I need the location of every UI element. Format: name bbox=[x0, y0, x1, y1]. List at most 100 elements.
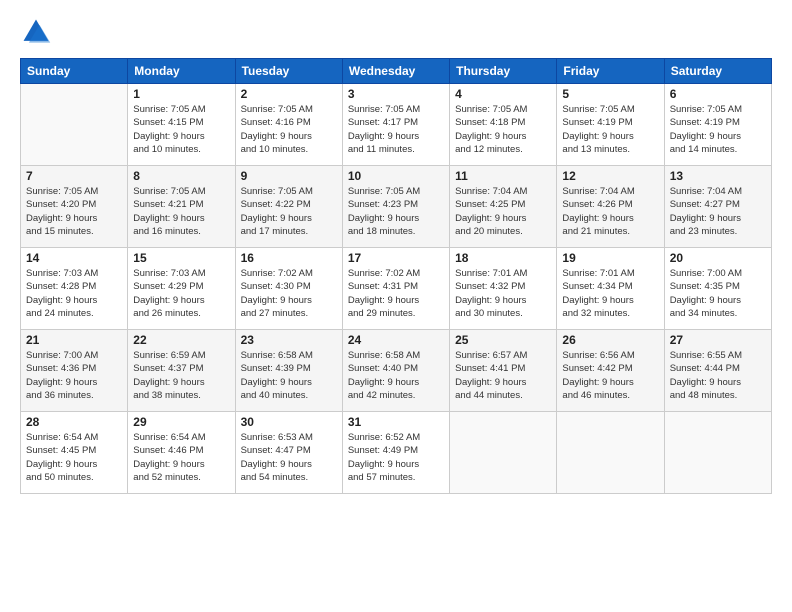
day-info: Sunrise: 6:57 AM Sunset: 4:41 PM Dayligh… bbox=[455, 349, 551, 402]
day-info: Sunrise: 7:02 AM Sunset: 4:30 PM Dayligh… bbox=[241, 267, 337, 320]
day-info: Sunrise: 7:04 AM Sunset: 4:26 PM Dayligh… bbox=[562, 185, 658, 238]
calendar-day-cell bbox=[557, 412, 664, 494]
day-number: 10 bbox=[348, 169, 444, 183]
day-info: Sunrise: 7:01 AM Sunset: 4:32 PM Dayligh… bbox=[455, 267, 551, 320]
calendar-week-row: 1 Sunrise: 7:05 AM Sunset: 4:15 PM Daylig… bbox=[21, 84, 772, 166]
calendar-day-cell: 18 Sunrise: 7:01 AM Sunset: 4:32 PM Dayli… bbox=[450, 248, 557, 330]
day-number: 30 bbox=[241, 415, 337, 429]
day-number: 20 bbox=[670, 251, 766, 265]
day-number: 12 bbox=[562, 169, 658, 183]
page: SundayMondayTuesdayWednesdayThursdayFrid… bbox=[0, 0, 792, 612]
calendar-day-cell: 4 Sunrise: 7:05 AM Sunset: 4:18 PM Daylig… bbox=[450, 84, 557, 166]
calendar-week-row: 21 Sunrise: 7:00 AM Sunset: 4:36 PM Dayli… bbox=[21, 330, 772, 412]
day-number: 22 bbox=[133, 333, 229, 347]
day-number: 19 bbox=[562, 251, 658, 265]
day-number: 1 bbox=[133, 87, 229, 101]
calendar-day-cell: 6 Sunrise: 7:05 AM Sunset: 4:19 PM Daylig… bbox=[664, 84, 771, 166]
day-header-sunday: Sunday bbox=[21, 59, 128, 84]
calendar-day-cell: 14 Sunrise: 7:03 AM Sunset: 4:28 PM Dayli… bbox=[21, 248, 128, 330]
day-number: 4 bbox=[455, 87, 551, 101]
day-number: 9 bbox=[241, 169, 337, 183]
day-number: 18 bbox=[455, 251, 551, 265]
calendar-day-cell bbox=[21, 84, 128, 166]
calendar-day-cell: 11 Sunrise: 7:04 AM Sunset: 4:25 PM Dayli… bbox=[450, 166, 557, 248]
calendar-day-cell: 26Sunrise: 6:56 AM Sunset: 4:42 PM Dayli… bbox=[557, 330, 664, 412]
day-number: 8 bbox=[133, 169, 229, 183]
day-number: 16 bbox=[241, 251, 337, 265]
calendar-day-cell: 17 Sunrise: 7:02 AM Sunset: 4:31 PM Dayli… bbox=[342, 248, 449, 330]
calendar-day-cell: 29 Sunrise: 6:54 AM Sunset: 4:46 PM Dayli… bbox=[128, 412, 235, 494]
day-number: 29 bbox=[133, 415, 229, 429]
calendar-day-cell: 16 Sunrise: 7:02 AM Sunset: 4:30 PM Dayli… bbox=[235, 248, 342, 330]
day-number: 31 bbox=[348, 415, 444, 429]
day-info: Sunrise: 7:05 AM Sunset: 4:19 PM Dayligh… bbox=[562, 103, 658, 156]
day-info: Sunrise: 7:05 AM Sunset: 4:22 PM Dayligh… bbox=[241, 185, 337, 238]
day-number: 11 bbox=[455, 169, 551, 183]
calendar-day-cell: 27 Sunrise: 6:55 AM Sunset: 4:44 PM Dayli… bbox=[664, 330, 771, 412]
day-info: Sunrise: 7:05 AM Sunset: 4:16 PM Dayligh… bbox=[241, 103, 337, 156]
calendar-day-cell: 24 Sunrise: 6:58 AM Sunset: 4:40 PM Dayli… bbox=[342, 330, 449, 412]
calendar-day-cell: 9 Sunrise: 7:05 AM Sunset: 4:22 PM Daylig… bbox=[235, 166, 342, 248]
day-info: Sunrise: 6:54 AM Sunset: 4:46 PM Dayligh… bbox=[133, 431, 229, 484]
day-number: 21 bbox=[26, 333, 122, 347]
day-number: 14 bbox=[26, 251, 122, 265]
day-info: Sunrise: 6:58 AM Sunset: 4:40 PM Dayligh… bbox=[348, 349, 444, 402]
day-number: 27 bbox=[670, 333, 766, 347]
calendar-day-cell: 2 Sunrise: 7:05 AM Sunset: 4:16 PM Daylig… bbox=[235, 84, 342, 166]
day-info: Sunrise: 7:01 AM Sunset: 4:34 PM Dayligh… bbox=[562, 267, 658, 320]
day-number: 2 bbox=[241, 87, 337, 101]
calendar-day-cell: 5 Sunrise: 7:05 AM Sunset: 4:19 PM Daylig… bbox=[557, 84, 664, 166]
day-info: Sunrise: 7:05 AM Sunset: 4:19 PM Dayligh… bbox=[670, 103, 766, 156]
day-number: 3 bbox=[348, 87, 444, 101]
calendar-day-cell: 25Sunrise: 6:57 AM Sunset: 4:41 PM Dayli… bbox=[450, 330, 557, 412]
calendar-day-cell: 19 Sunrise: 7:01 AM Sunset: 4:34 PM Dayli… bbox=[557, 248, 664, 330]
logo-icon bbox=[20, 16, 52, 48]
day-info: Sunrise: 7:05 AM Sunset: 4:21 PM Dayligh… bbox=[133, 185, 229, 238]
day-number: 17 bbox=[348, 251, 444, 265]
calendar-table: SundayMondayTuesdayWednesdayThursdayFrid… bbox=[20, 58, 772, 494]
calendar-day-cell: 7Sunrise: 7:05 AM Sunset: 4:20 PM Daylig… bbox=[21, 166, 128, 248]
day-info: Sunrise: 7:00 AM Sunset: 4:35 PM Dayligh… bbox=[670, 267, 766, 320]
day-info: Sunrise: 7:05 AM Sunset: 4:15 PM Dayligh… bbox=[133, 103, 229, 156]
calendar-day-cell: 15 Sunrise: 7:03 AM Sunset: 4:29 PM Dayli… bbox=[128, 248, 235, 330]
day-info: Sunrise: 6:55 AM Sunset: 4:44 PM Dayligh… bbox=[670, 349, 766, 402]
calendar-day-cell: 23 Sunrise: 6:58 AM Sunset: 4:39 PM Dayli… bbox=[235, 330, 342, 412]
calendar-day-cell: 21 Sunrise: 7:00 AM Sunset: 4:36 PM Dayli… bbox=[21, 330, 128, 412]
day-info: Sunrise: 7:04 AM Sunset: 4:27 PM Dayligh… bbox=[670, 185, 766, 238]
day-info: Sunrise: 6:59 AM Sunset: 4:37 PM Dayligh… bbox=[133, 349, 229, 402]
day-info: Sunrise: 6:58 AM Sunset: 4:39 PM Dayligh… bbox=[241, 349, 337, 402]
day-info: Sunrise: 6:54 AM Sunset: 4:45 PM Dayligh… bbox=[26, 431, 122, 484]
day-number: 15 bbox=[133, 251, 229, 265]
day-info: Sunrise: 7:05 AM Sunset: 4:23 PM Dayligh… bbox=[348, 185, 444, 238]
day-number: 6 bbox=[670, 87, 766, 101]
calendar-day-cell: 13 Sunrise: 7:04 AM Sunset: 4:27 PM Dayli… bbox=[664, 166, 771, 248]
day-info: Sunrise: 7:04 AM Sunset: 4:25 PM Dayligh… bbox=[455, 185, 551, 238]
calendar-day-cell: 1 Sunrise: 7:05 AM Sunset: 4:15 PM Daylig… bbox=[128, 84, 235, 166]
calendar-day-cell: 3 Sunrise: 7:05 AM Sunset: 4:17 PM Daylig… bbox=[342, 84, 449, 166]
day-info: Sunrise: 7:02 AM Sunset: 4:31 PM Dayligh… bbox=[348, 267, 444, 320]
calendar-day-cell: 8 Sunrise: 7:05 AM Sunset: 4:21 PM Daylig… bbox=[128, 166, 235, 248]
calendar-day-cell: 31Sunrise: 6:52 AM Sunset: 4:49 PM Dayli… bbox=[342, 412, 449, 494]
day-header-thursday: Thursday bbox=[450, 59, 557, 84]
day-header-saturday: Saturday bbox=[664, 59, 771, 84]
day-number: 5 bbox=[562, 87, 658, 101]
calendar-week-row: 14 Sunrise: 7:03 AM Sunset: 4:28 PM Dayli… bbox=[21, 248, 772, 330]
day-number: 23 bbox=[241, 333, 337, 347]
calendar-day-cell: 22 Sunrise: 6:59 AM Sunset: 4:37 PM Dayli… bbox=[128, 330, 235, 412]
day-number: 28 bbox=[26, 415, 122, 429]
day-info: Sunrise: 7:05 AM Sunset: 4:20 PM Dayligh… bbox=[26, 185, 122, 238]
day-info: Sunrise: 6:53 AM Sunset: 4:47 PM Dayligh… bbox=[241, 431, 337, 484]
calendar-day-cell: 20 Sunrise: 7:00 AM Sunset: 4:35 PM Dayli… bbox=[664, 248, 771, 330]
day-number: 13 bbox=[670, 169, 766, 183]
calendar-day-cell: 12 Sunrise: 7:04 AM Sunset: 4:26 PM Dayli… bbox=[557, 166, 664, 248]
calendar-header-row: SundayMondayTuesdayWednesdayThursdayFrid… bbox=[21, 59, 772, 84]
day-info: Sunrise: 7:05 AM Sunset: 4:18 PM Dayligh… bbox=[455, 103, 551, 156]
day-info: Sunrise: 7:03 AM Sunset: 4:29 PM Dayligh… bbox=[133, 267, 229, 320]
calendar-day-cell bbox=[664, 412, 771, 494]
day-header-monday: Monday bbox=[128, 59, 235, 84]
day-number: 26 bbox=[562, 333, 658, 347]
day-info: Sunrise: 7:00 AM Sunset: 4:36 PM Dayligh… bbox=[26, 349, 122, 402]
day-info: Sunrise: 7:05 AM Sunset: 4:17 PM Dayligh… bbox=[348, 103, 444, 156]
day-info: Sunrise: 7:03 AM Sunset: 4:28 PM Dayligh… bbox=[26, 267, 122, 320]
day-number: 24 bbox=[348, 333, 444, 347]
